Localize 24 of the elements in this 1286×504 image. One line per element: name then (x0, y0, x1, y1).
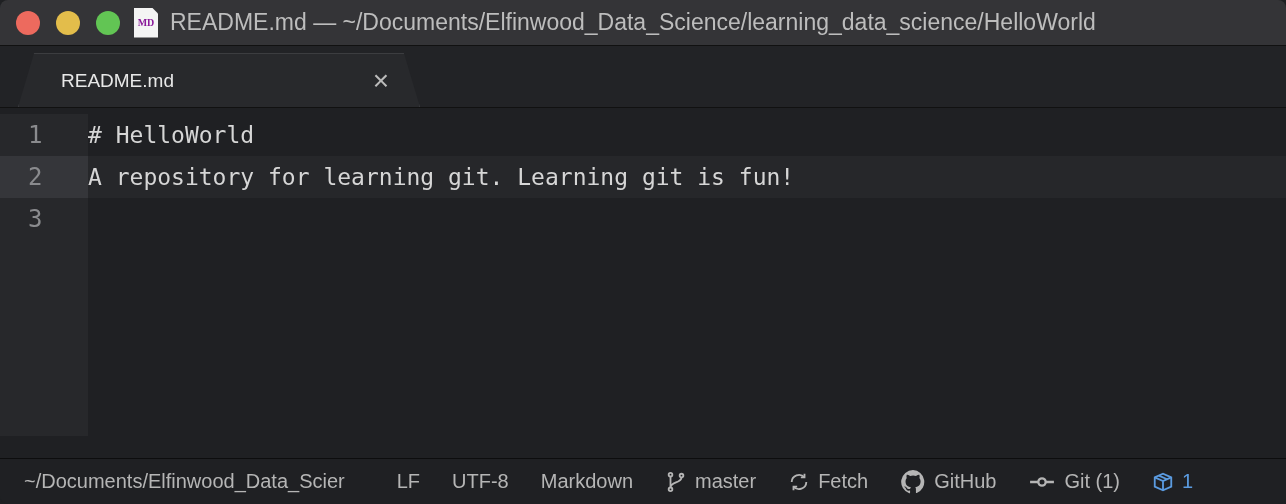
package-icon (1152, 470, 1174, 493)
markdown-file-icon: MD (134, 7, 158, 38)
tab-label: README.md (61, 69, 174, 92)
code-line: # HelloWorld (88, 121, 256, 150)
window-control-button[interactable] (56, 10, 80, 35)
branch-status-item[interactable]: master (665, 470, 757, 493)
github-icon (900, 468, 927, 495)
github-status-item[interactable]: GitHub (900, 468, 997, 495)
window-title: README.md — ~/Documents/Elfinwood_Data_Science/learning_data_science/HelloWorld (170, 9, 1096, 36)
status-item[interactable]: Markdown (540, 470, 633, 493)
line-number: 2 (0, 156, 88, 198)
line-number: 3 (0, 198, 88, 240)
fetch-status-item[interactable]: Fetch (788, 470, 869, 493)
status-item[interactable]: LF (396, 470, 421, 493)
file-path: ~/Documents/Elfinwood_Data_Scier (24, 470, 345, 493)
file-tab[interactable]: README.md × (18, 53, 420, 107)
package-status-item[interactable]: 1 (1152, 470, 1194, 493)
close-button[interactable]: × (372, 66, 389, 95)
window-control-button[interactable] (16, 10, 40, 35)
status-item[interactable]: UTF-8 (452, 470, 509, 493)
line-number: 1 (0, 114, 88, 156)
branch-icon (665, 470, 687, 493)
window-control-button[interactable] (96, 10, 120, 35)
git-status-item[interactable]: Git (1) (1028, 470, 1120, 493)
